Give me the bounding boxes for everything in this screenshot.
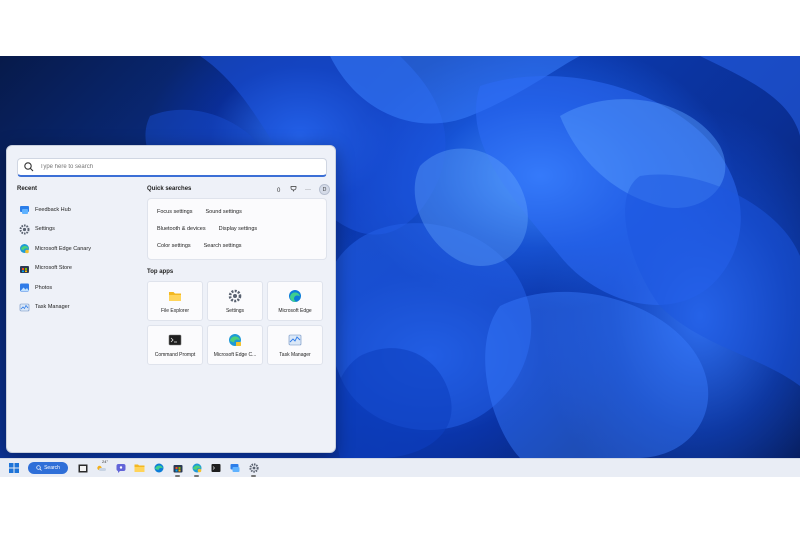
quick-search-row: Focus settings Sound settings [148, 203, 326, 220]
windows-logo-icon [8, 463, 19, 473]
app-label: File Explorer [160, 307, 190, 314]
folder-icon [169, 291, 181, 301]
recent-item-settings[interactable]: Settings [19, 220, 129, 240]
feedback-hub-taskbar[interactable] [229, 463, 240, 474]
settings-taskbar[interactable] [248, 463, 259, 477]
recent-item-edge-canary[interactable]: Microsoft Edge Canary [19, 239, 129, 259]
running-indicator [194, 475, 199, 477]
start-search-box[interactable] [17, 158, 327, 177]
rewards-count[interactable]: 0 [277, 185, 297, 194]
quick-search-sound-settings[interactable]: Sound settings [205, 209, 241, 215]
start-menu: Recent Feedback Hub Settings Microsoft E… [6, 145, 336, 453]
store-icon [173, 465, 182, 473]
quick-searches-panel: Focus settings Sound settings Bluetooth … [147, 198, 327, 260]
task-view-icon [78, 464, 87, 472]
edge-icon [154, 463, 163, 473]
app-tile-edge-canary[interactable]: Microsoft Edge C... [207, 325, 263, 365]
quick-search-row: Color settings Search settings [148, 237, 326, 254]
recent-item-label: Feedback Hub [35, 206, 71, 213]
task-manager-icon [19, 302, 30, 313]
settings-gear-icon [248, 463, 259, 473]
app-tile-edge[interactable]: Microsoft Edge [267, 281, 323, 321]
app-label: Microsoft Edge C... [213, 351, 257, 358]
file-explorer-taskbar[interactable] [134, 463, 145, 474]
chat-icon [116, 464, 125, 473]
recent-heading: Recent [17, 186, 38, 192]
terminal-taskbar[interactable] [210, 463, 221, 474]
store-icon [19, 263, 30, 274]
app-label: Settings [225, 307, 245, 314]
app-tile-task-manager[interactable]: Task Manager [267, 325, 323, 365]
more-options-button[interactable]: ··· [305, 187, 311, 193]
widgets-button[interactable]: 24° [96, 459, 108, 474]
folder-icon [134, 464, 145, 472]
search-icon [24, 162, 34, 172]
edge-canary-icon [19, 243, 30, 254]
recent-item-label: Task Manager [35, 304, 70, 311]
recent-item-label: Microsoft Store [35, 265, 72, 272]
recent-item-photos[interactable]: Photos [19, 278, 129, 298]
terminal-icon [211, 464, 220, 472]
app-tile-command-prompt[interactable]: Command Prompt [147, 325, 203, 365]
start-button[interactable] [8, 463, 19, 474]
recent-item-label: Microsoft Edge Canary [35, 245, 91, 252]
quick-search-focus-settings[interactable]: Focus settings [157, 209, 192, 215]
quick-search-bluetooth-devices[interactable]: Bluetooth & devices [157, 226, 206, 232]
quick-search-display-settings[interactable]: Display settings [219, 226, 258, 232]
settings-gear-icon [19, 224, 30, 235]
task-manager-icon [288, 334, 302, 345]
edge-canary-taskbar[interactable] [191, 463, 202, 477]
edge-canary-icon [192, 463, 201, 473]
app-tile-file-explorer[interactable]: File Explorer [147, 281, 203, 321]
settings-gear-icon [228, 289, 242, 302]
photos-icon [19, 282, 30, 293]
top-apps-heading: Top apps [147, 269, 174, 275]
taskbar-search-button[interactable]: Search [28, 462, 68, 474]
quick-searches-heading: Quick searches [147, 186, 192, 192]
running-indicator [251, 475, 256, 477]
quick-search-row: Bluetooth & devices Display settings [148, 220, 326, 237]
store-taskbar[interactable] [172, 463, 183, 477]
recent-item-store[interactable]: Microsoft Store [19, 259, 129, 279]
quick-search-search-settings[interactable]: Search settings [204, 243, 242, 249]
recent-item-label: Photos [35, 284, 53, 291]
top-apps-grid: File Explorer Settings Microsoft Edge Co… [147, 281, 327, 365]
search-icon [36, 465, 42, 471]
weather-icon [97, 465, 106, 471]
taskbar-search-label: Search [44, 465, 60, 471]
feedback-hub-icon [19, 204, 30, 215]
search-input[interactable] [38, 163, 322, 171]
edge-canary-icon [229, 333, 241, 346]
running-indicator [175, 475, 180, 477]
recent-item-feedback-hub[interactable]: Feedback Hub [19, 200, 129, 220]
edge-icon [289, 289, 301, 302]
edge-taskbar[interactable] [153, 463, 164, 474]
avatar[interactable]: D [319, 184, 331, 195]
task-view-button[interactable] [77, 463, 88, 474]
trophy-icon [290, 185, 297, 191]
app-label: Microsoft Edge [278, 307, 312, 314]
feedback-hub-icon [230, 464, 239, 472]
quick-search-color-settings[interactable]: Color settings [157, 243, 191, 249]
recent-item-task-manager[interactable]: Task Manager [19, 298, 129, 318]
rewards-count-value: 0 [277, 187, 281, 194]
weather-temp: 24° [102, 458, 109, 464]
recent-item-label: Settings [35, 226, 55, 233]
app-label: Task Manager [279, 351, 311, 358]
quick-search-tools: 0 ··· D [277, 184, 331, 195]
taskbar: Search 24° [0, 458, 800, 477]
chat-button[interactable] [115, 463, 126, 474]
recent-list: Feedback Hub Settings Microsoft Edge Can… [19, 200, 129, 317]
app-label: Command Prompt [154, 351, 196, 358]
app-tile-settings[interactable]: Settings [207, 281, 263, 321]
cmd-icon [168, 334, 182, 345]
